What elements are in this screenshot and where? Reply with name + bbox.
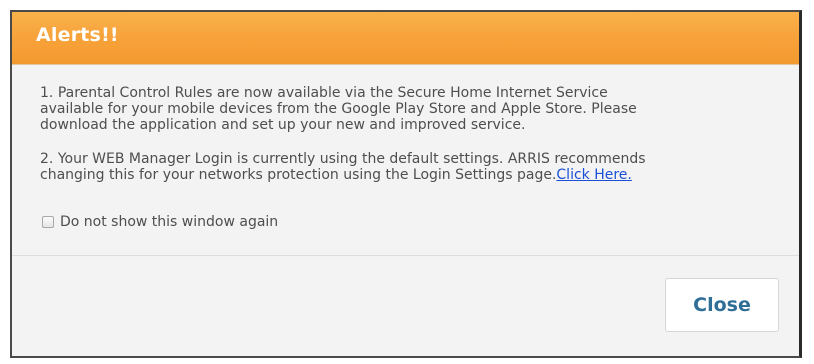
alert-number-2: 2. — [40, 151, 54, 167]
alert-number-1: 1. — [40, 85, 54, 101]
dialog-header: Alerts!! — [12, 12, 799, 64]
alert-2-line-1: Your WEB Manager Login is currently usin… — [57, 151, 646, 167]
alert-1-line-3: download the application and set up your… — [40, 117, 526, 133]
alert-1-line-2: available for your mobile devices from t… — [40, 101, 637, 117]
dialog-title: Alerts!! — [36, 24, 119, 46]
footer-divider — [12, 255, 799, 256]
dont-show-again-checkbox[interactable] — [42, 216, 54, 228]
dialog-body: 1. Parental Control Rules are now availa… — [12, 64, 799, 257]
dont-show-again-row[interactable]: Do not show this window again — [42, 213, 278, 231]
alert-item-1: 1. Parental Control Rules are now availa… — [40, 85, 799, 133]
alert-1-line-1: Parental Control Rules are now available… — [57, 85, 608, 101]
alert-item-2: 2. Your WEB Manager Login is currently u… — [40, 151, 799, 183]
login-settings-link[interactable]: Click Here. — [556, 167, 631, 183]
dont-show-again-label[interactable]: Do not show this window again — [60, 214, 278, 230]
alert-2-line-2: changing this for your networks protecti… — [40, 167, 557, 183]
close-button[interactable]: Close — [665, 278, 779, 332]
alerts-dialog: Alerts!! 1. Parental Control Rules are n… — [10, 10, 802, 358]
